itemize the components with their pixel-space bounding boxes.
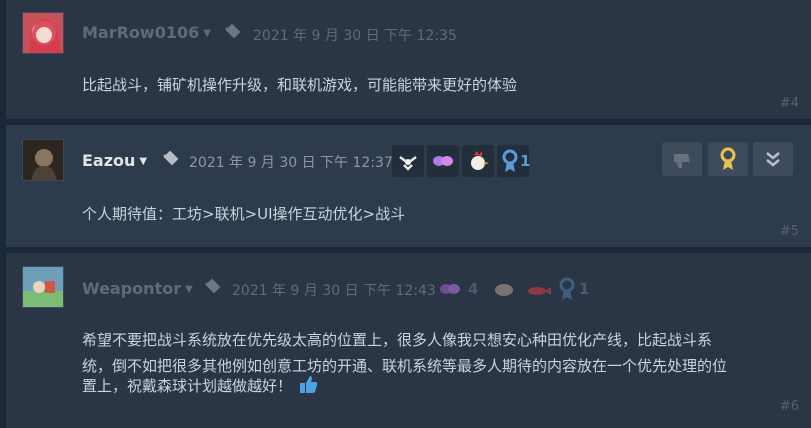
award-count: 1 (520, 152, 531, 170)
chevron-down-icon[interactable]: ▼ (185, 284, 193, 295)
avatar[interactable] (22, 12, 64, 54)
avatar-image (23, 267, 63, 307)
fish-icon[interactable] (522, 273, 554, 305)
timestamp: 2021 年 9 月 30 日 下午 12:35 (253, 28, 457, 44)
chevron-down-icon[interactable]: ▼ (139, 156, 147, 167)
timestamp: 2021 年 9 月 30 日 下午 12:37 (189, 155, 393, 171)
comment-number: #6 (779, 399, 799, 414)
pink-butterfly-icon[interactable] (427, 145, 459, 177)
avatar[interactable] (22, 266, 64, 308)
thumb-down-icon (674, 154, 690, 168)
thumbs-up-emoji-icon (299, 376, 318, 393)
author-name[interactable]: Eazou ▼ (82, 151, 147, 170)
author-name[interactable]: Weapontor ▼ (82, 279, 193, 298)
avatar[interactable] (22, 139, 64, 181)
shell-icon[interactable] (488, 273, 520, 305)
avatar-image (23, 13, 63, 53)
comment-text: 个人期待值：工坊>联机>UI操作互动优化>战斗 (82, 205, 406, 223)
comment-number: #4 (779, 96, 799, 111)
comment-number: #5 (779, 224, 799, 239)
comment-card: Eazou ▼ 2021 年 9 月 30 日 下午 12:37 1 个人期待值：… (6, 125, 811, 247)
mouse-icon (225, 23, 241, 39)
chevron-down-icon[interactable]: ▼ (203, 28, 211, 39)
avatar-image (23, 140, 63, 180)
reaction-count: 4 (468, 280, 479, 298)
timestamp: 2021 年 9 月 30 日 下午 12:43 (232, 283, 436, 299)
comment-text-line3: 置上，祝戴森球计划越做越好！ (82, 377, 293, 395)
mouse-icon (163, 150, 179, 166)
comment-text-line: 希望不要把战斗系统放在优先级太高的位置上，很多人像我只想安心种田优化产线，比起战… (82, 331, 713, 349)
mouse-icon (205, 278, 221, 294)
thumb-down-button[interactable] (662, 142, 702, 176)
collapse-button[interactable] (753, 142, 793, 176)
award-count: 1 (579, 280, 590, 298)
comment-card: MarRow0106 ▼ 2021 年 9 月 30 日 下午 12:35 比起战… (6, 0, 811, 119)
award-icon (720, 147, 736, 170)
rooster-icon[interactable] (462, 145, 494, 177)
bird-icon[interactable] (392, 145, 424, 177)
author-name[interactable]: MarRow0106 ▼ (82, 23, 211, 42)
award-button[interactable] (708, 142, 748, 176)
comment-card: Weapontor ▼ 2021 年 9 月 30 日 下午 12:43 4 1 … (6, 253, 811, 428)
comment-text: 比起战斗，铺矿机操作升级，和联机游戏，可能能带来更好的体验 (82, 76, 518, 94)
chevron-double-down-icon (766, 152, 780, 167)
butterfly-icon[interactable] (434, 273, 466, 305)
comment-text-line: 置上，祝戴森球计划越做越好！ (82, 373, 319, 399)
